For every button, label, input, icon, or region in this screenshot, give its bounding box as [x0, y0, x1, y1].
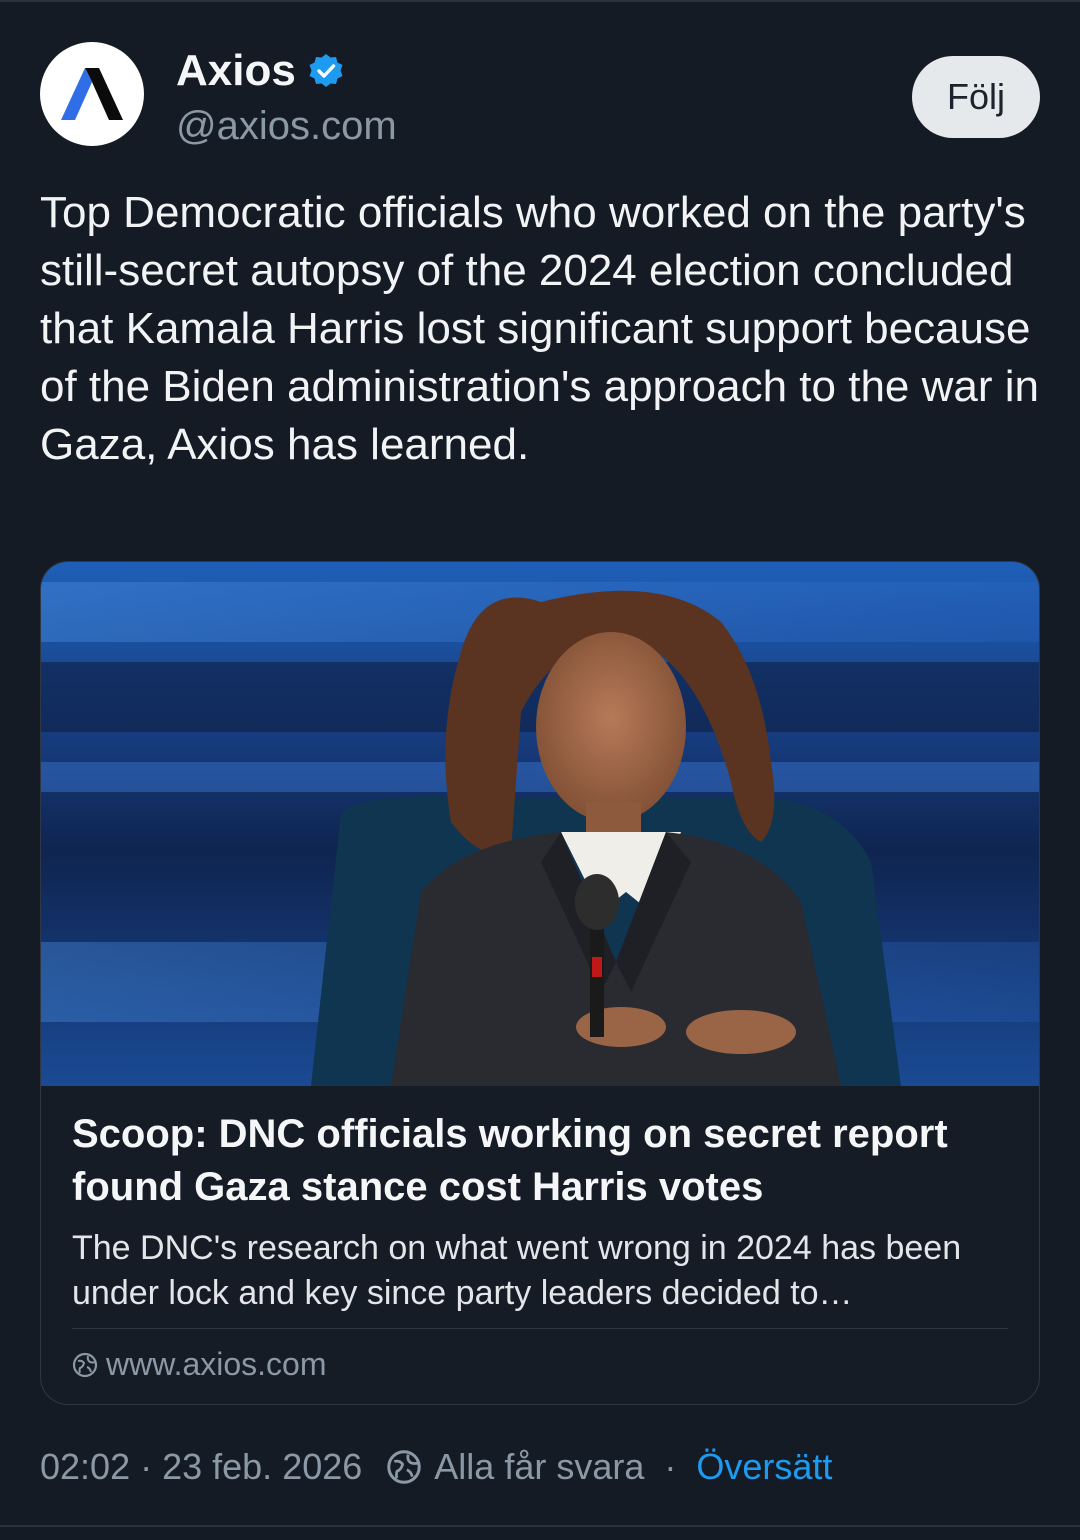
link-card-description: The DNC's research on what went wrong in… — [72, 1229, 962, 1312]
meta-separator: · — [664, 1446, 677, 1487]
account-handle[interactable]: @axios.com — [176, 104, 397, 149]
link-card-domain[interactable]: www.axios.com — [72, 1346, 327, 1383]
tweet-header: Axios @axios.com Följ — [40, 42, 1040, 148]
link-card-domain-text: www.axios.com — [106, 1346, 327, 1382]
follow-button[interactable]: Följ — [912, 56, 1040, 138]
globe-icon — [72, 1352, 98, 1377]
meta-separator: · — [140, 1446, 153, 1487]
link-card-divider — [72, 1328, 1008, 1329]
top-divider — [0, 0, 1080, 2]
link-card-title[interactable]: Scoop: DNC officials working on secret r… — [72, 1108, 1022, 1214]
reply-setting-globe-icon — [387, 1450, 422, 1484]
tweet-date[interactable]: 23 feb. 2026 — [162, 1446, 362, 1488]
reply-setting[interactable]: Alla får svara — [434, 1446, 644, 1488]
link-card-image[interactable] — [41, 562, 1039, 1086]
display-name-text: Axios — [176, 46, 296, 95]
avatar[interactable] — [40, 42, 144, 146]
link-card[interactable]: Scoop: DNC officials working on secret r… — [40, 561, 1040, 1405]
tweet-meta: 02:02 · 23 feb. 2026 Alla får svara · Öv… — [40, 1446, 1040, 1488]
tweet-time[interactable]: 02:02 — [40, 1446, 130, 1488]
tweet-text: Top Democratic officials who worked on t… — [40, 188, 1039, 469]
translate-link[interactable]: Översätt — [696, 1446, 832, 1488]
article-photo — [41, 562, 1039, 1086]
axios-logo-icon — [61, 68, 123, 120]
display-name[interactable]: Axios — [176, 46, 344, 96]
bottom-divider — [0, 1525, 1080, 1527]
verified-badge-icon — [309, 54, 343, 87]
